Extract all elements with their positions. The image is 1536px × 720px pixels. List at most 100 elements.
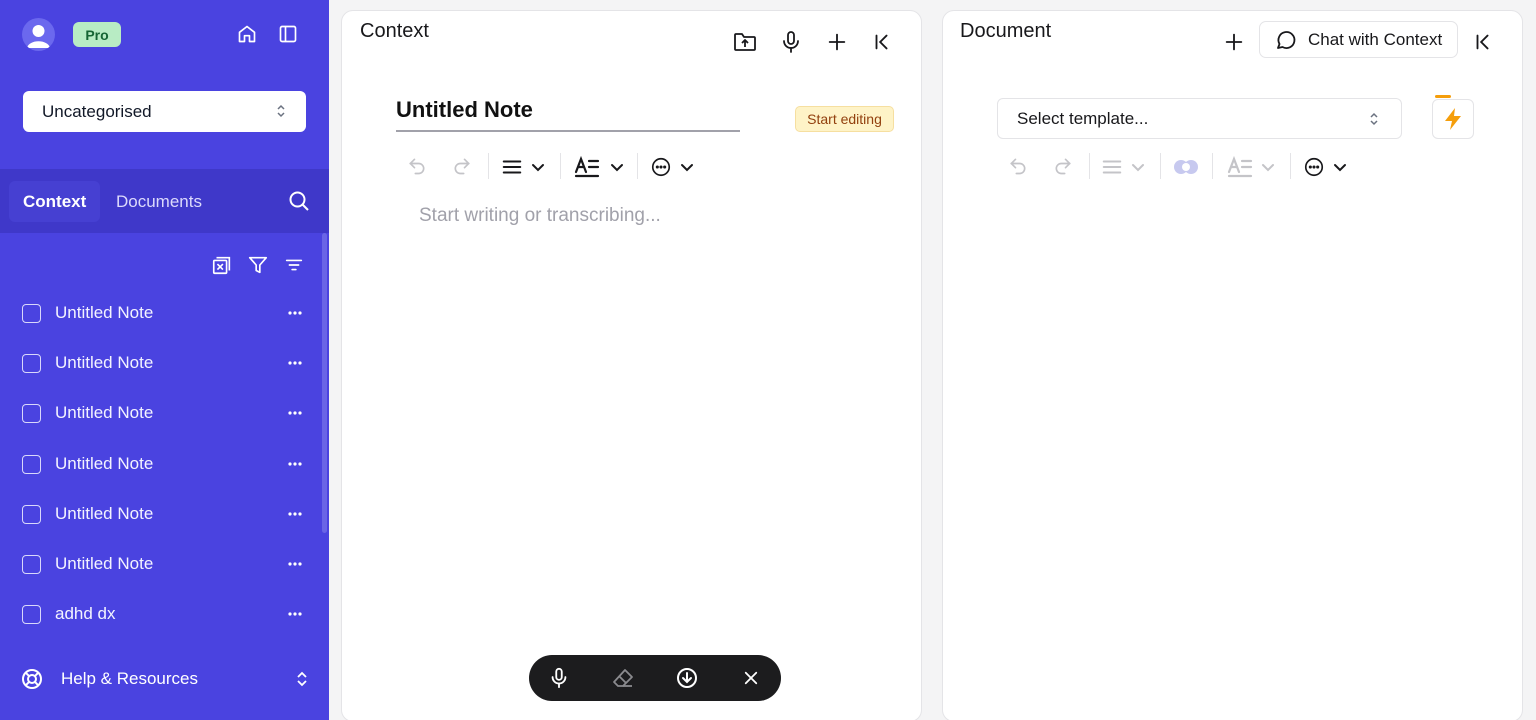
plus-icon[interactable] [825,30,849,54]
emoji-icon [1303,156,1325,178]
note-title: Untitled Note [55,303,154,322]
home-icon[interactable] [236,23,258,45]
download-icon[interactable] [674,665,700,691]
eraser-icon[interactable] [610,665,636,691]
more-horizontal-icon[interactable] [286,404,304,422]
undo-icon[interactable] [405,154,429,178]
redo-icon[interactable] [450,154,474,178]
help-label: Help & Resources [61,669,199,688]
chevron-down-icon [1333,160,1347,174]
redo-icon[interactable] [1051,154,1075,178]
more-horizontal-icon[interactable] [286,304,304,322]
template-select-value: Select template... [1017,108,1149,128]
note-checkbox[interactable] [22,554,41,574]
note-title: adhd dx [55,604,116,623]
note-checkbox[interactable] [22,353,41,373]
note-checkbox[interactable] [22,604,41,624]
text-style-icon [1227,155,1253,179]
emoji-icon [650,156,672,178]
filter-icon[interactable] [247,254,269,276]
search-icon[interactable] [287,189,311,213]
editor-placeholder[interactable]: Start writing or transcribing... [419,205,661,227]
more-horizontal-icon[interactable] [286,455,304,473]
chevron-down-icon [1131,160,1145,174]
bolt-indicator [1435,95,1451,98]
start-editing-badge[interactable]: Start editing [795,106,894,132]
help-resources-button[interactable]: Help & Resources [20,665,312,693]
note-title-input[interactable]: Untitled Note [396,97,740,132]
sort-icon[interactable] [283,254,305,276]
more-horizontal-icon[interactable] [286,605,304,623]
toolbar-divider [488,153,489,179]
align-icon [501,156,523,178]
undo-icon[interactable] [1006,154,1030,178]
category-select[interactable]: Uncategorised [23,91,306,132]
toolbar-divider [637,153,638,179]
chat-icon [1274,28,1298,52]
chevron-down-icon [1261,160,1275,174]
toolbar-divider [1089,153,1090,179]
context-panel-title: Context [360,20,429,42]
microphone-icon[interactable] [779,30,803,54]
note-title: Untitled Note [55,403,154,422]
bolt-icon [1442,107,1464,131]
text-style-dropdown[interactable] [1222,154,1280,180]
list-item[interactable]: Untitled Note [22,549,312,579]
more-horizontal-icon[interactable] [286,555,304,573]
lifebuoy-icon [20,667,44,691]
note-title: Untitled Note [55,353,154,372]
user-avatar-icon[interactable] [22,18,55,51]
collapse-left-icon[interactable] [1471,30,1495,54]
tab-context[interactable]: Context [9,181,101,222]
list-item[interactable]: Untitled Note [22,348,312,378]
sidebar-toggle-icon[interactable] [277,23,299,45]
recorder-toolbar [529,655,781,701]
category-select-value: Uncategorised [42,101,152,121]
chevron-down-icon [531,160,545,174]
chevron-down-icon [680,160,694,174]
more-horizontal-icon[interactable] [286,505,304,523]
upload-folder-icon[interactable] [733,30,757,54]
list-item[interactable]: adhd dx [22,599,312,629]
text-style-icon [574,155,600,179]
scrollbar[interactable] [322,233,327,533]
list-item[interactable]: Untitled Note [22,449,312,479]
toolbar-divider [1290,153,1291,179]
align-dropdown[interactable] [1098,155,1148,179]
sidebar: Pro Uncategorised Context Documents Unti… [0,0,329,720]
toolbar-divider [560,153,561,179]
toolbar-divider [1212,153,1213,179]
sidebar-tab-bar: Context Documents [0,169,329,233]
chevron-up-down-icon [276,103,286,119]
bolt-button[interactable] [1432,99,1474,139]
align-dropdown[interactable] [498,155,548,179]
clear-filter-icon[interactable] [211,254,233,276]
document-panel-title: Document [960,20,1052,42]
chat-with-context-button[interactable]: Chat with Context [1259,21,1458,58]
chevron-up-down-icon [296,670,308,688]
close-icon[interactable] [738,665,764,691]
note-checkbox[interactable] [22,454,41,474]
emoji-dropdown[interactable] [646,155,698,179]
more-horizontal-icon[interactable] [286,354,304,372]
plus-icon[interactable] [1222,30,1246,54]
collapse-left-icon[interactable] [870,30,894,54]
note-checkbox[interactable] [22,504,41,524]
link-icon[interactable] [1170,154,1202,180]
list-item[interactable]: Untitled Note [22,398,312,428]
emoji-dropdown[interactable] [1299,155,1351,179]
template-select[interactable]: Select template... [997,98,1402,139]
note-title: Untitled Note [55,454,154,473]
note-checkbox[interactable] [22,303,41,323]
chevron-down-icon [610,160,624,174]
toolbar-divider [1160,153,1161,179]
list-item[interactable]: Untitled Note [22,499,312,529]
note-title: Untitled Note [55,504,154,523]
chat-button-label: Chat with Context [1308,29,1443,49]
microphone-icon[interactable] [546,665,572,691]
note-checkbox[interactable] [22,403,41,423]
pro-badge: Pro [73,22,121,47]
text-style-dropdown[interactable] [570,154,628,180]
tab-documents[interactable]: Documents [102,181,216,222]
list-item[interactable]: Untitled Note [22,298,312,328]
